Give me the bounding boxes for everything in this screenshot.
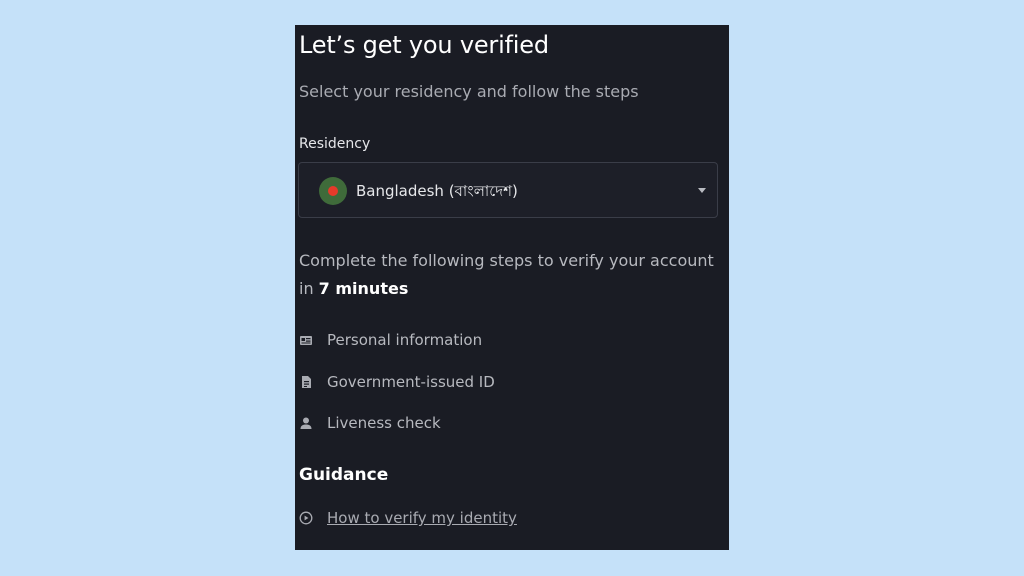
- bangladesh-flag-icon: [319, 177, 347, 205]
- step-label: Liveness check: [327, 414, 441, 432]
- play-circle-icon: [299, 511, 313, 525]
- residency-select[interactable]: Bangladesh (বাংলাদেশ): [298, 162, 718, 218]
- step-label: Personal information: [327, 331, 483, 349]
- guidance-link-row[interactable]: How to verify my identity: [299, 509, 517, 527]
- step-liveness-check: Liveness check: [299, 412, 441, 434]
- step-label: Government-issued ID: [327, 373, 495, 391]
- guidance-heading: Guidance: [299, 465, 389, 485]
- person-icon: [299, 416, 313, 430]
- residency-selected-value: Bangladesh (বাংলাদেশ): [356, 182, 518, 200]
- residency-label: Residency: [299, 136, 371, 152]
- step-personal-information: Personal information: [299, 329, 482, 351]
- page-subtitle: Select your residency and follow the ste…: [299, 82, 639, 101]
- page-title: Let’s get you verified: [299, 31, 549, 59]
- how-to-verify-link[interactable]: How to verify my identity: [327, 509, 517, 527]
- chevron-down-icon: [698, 188, 706, 193]
- verification-panel: Let’s get you verified Select your resid…: [295, 25, 729, 550]
- steps-description: Complete the following steps to verify y…: [299, 247, 719, 303]
- flag-red-disc: [328, 186, 338, 196]
- step-government-id: Government-issued ID: [299, 371, 495, 393]
- id-card-icon: [299, 333, 313, 347]
- document-icon: [299, 375, 313, 389]
- time-estimate: 7 minutes: [318, 279, 409, 298]
